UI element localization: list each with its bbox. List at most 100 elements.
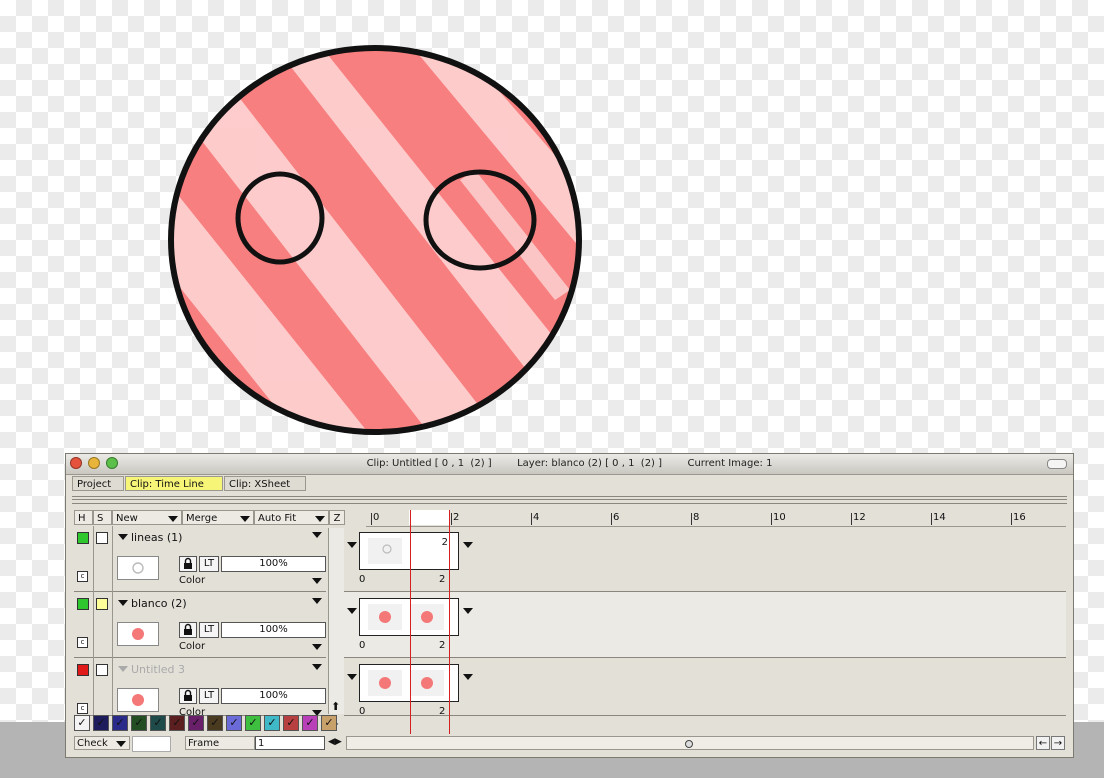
layer-name[interactable]: blanco (2) <box>118 597 187 610</box>
color-mode-box[interactable]: c <box>77 637 88 648</box>
resize-arrows-icon[interactable]: ◀▶ <box>328 737 342 747</box>
toolbar-toggle-button[interactable] <box>1047 459 1067 469</box>
ruler-tick: 16 <box>1011 512 1026 525</box>
select-toggle[interactable] <box>93 592 113 658</box>
opacity-field[interactable]: 100% <box>221 622 326 638</box>
merge-menu[interactable]: Merge <box>182 510 254 525</box>
color-swatch[interactable]: ✓ <box>169 715 185 731</box>
timeline-track[interactable]: 2 0 2 <box>344 526 1066 592</box>
lock-button[interactable] <box>179 556 197 572</box>
lt-button[interactable]: LT <box>199 688 219 704</box>
lt-button[interactable]: LT <box>199 622 219 638</box>
frame-thumbnail <box>410 670 444 696</box>
hide-indicator[interactable] <box>77 598 89 610</box>
frame-thumbnail <box>410 604 444 630</box>
playhead-start-line[interactable] <box>410 510 411 734</box>
blend-mode-select[interactable]: Color <box>179 640 324 653</box>
layer-thumbnail <box>117 556 159 580</box>
color-swatch[interactable]: ✓ <box>245 715 261 731</box>
color-swatch[interactable]: ✓ <box>321 715 337 731</box>
track-end-icon[interactable] <box>463 542 473 548</box>
current-frame-marker[interactable] <box>409 510 449 525</box>
title-bar[interactable]: Clip: Untitled [ 0 , 1 (2) ] Layer: blan… <box>66 454 1073 475</box>
timeline-track[interactable]: 0 2 <box>344 592 1066 658</box>
check-menu[interactable]: Check <box>74 736 130 750</box>
divider <box>72 496 1067 497</box>
layer-row[interactable]: c lineas (1) LT 100% Color <box>74 526 326 592</box>
select-indicator[interactable] <box>96 664 108 676</box>
opacity-field[interactable]: 100% <box>221 556 326 572</box>
frame-thumbnail <box>368 538 402 564</box>
color-mode-box[interactable]: c <box>77 703 88 714</box>
playhead-end-line[interactable] <box>449 510 450 734</box>
blend-mode-label: Color <box>179 641 206 652</box>
scroll-left-button[interactable]: ← <box>1036 736 1050 750</box>
lt-button[interactable]: LT <box>199 556 219 572</box>
disclosure-triangle-icon[interactable] <box>118 666 128 672</box>
disclosure-triangle-icon[interactable] <box>118 534 128 540</box>
color-swatch[interactable]: ✓ <box>112 715 128 731</box>
track-end-icon[interactable] <box>463 608 473 614</box>
layer-row[interactable]: c blanco (2) LT 100% Color <box>74 592 326 658</box>
clip-block[interactable] <box>359 664 459 702</box>
tab-clip-timeline[interactable]: Clip: Time Line <box>125 476 223 491</box>
color-swatch[interactable]: ✓ <box>131 715 147 731</box>
layer-menu-icon[interactable] <box>312 532 322 538</box>
clip-block[interactable] <box>359 598 459 636</box>
color-swatch[interactable]: ✓ <box>264 715 280 731</box>
track-menu-icon[interactable] <box>347 674 357 680</box>
color-swatch[interactable]: ✓ <box>226 715 242 731</box>
disclosure-triangle-icon[interactable] <box>118 600 128 606</box>
select-toggle[interactable] <box>93 526 113 592</box>
select-indicator[interactable] <box>96 532 108 544</box>
divider <box>72 499 1067 500</box>
tab-clip-xsheet[interactable]: Clip: XSheet <box>224 476 306 491</box>
swatch-check-icon[interactable]: ✓ <box>74 715 90 731</box>
frame-ruler[interactable]: 0 2 4 6 8 10 12 14 16 <box>366 510 1066 527</box>
hide-toggle[interactable]: c <box>74 526 94 592</box>
ruler-tick: 12 <box>851 512 866 525</box>
check-field[interactable] <box>132 736 171 752</box>
lock-button[interactable] <box>179 688 197 704</box>
select-indicator[interactable] <box>96 598 108 610</box>
track-menu-icon[interactable] <box>347 542 357 548</box>
hide-toggle[interactable]: c <box>74 658 94 715</box>
lock-button[interactable] <box>179 622 197 638</box>
autofit-menu[interactable]: Auto Fit <box>254 510 329 525</box>
blend-mode-select[interactable]: Color <box>179 574 324 587</box>
layer-row[interactable]: c Untitled 3 LT 100% Color <box>74 658 326 716</box>
layer-name[interactable]: lineas (1) <box>118 531 182 544</box>
hide-indicator[interactable] <box>77 664 89 676</box>
timeline-scrollbar[interactable] <box>346 736 1034 750</box>
track-menu-icon[interactable] <box>347 608 357 614</box>
color-swatch[interactable]: ✓ <box>283 715 299 731</box>
hide-toggle[interactable]: c <box>74 592 94 658</box>
tab-project[interactable]: Project <box>72 476 124 491</box>
opacity-field[interactable]: 100% <box>221 688 326 704</box>
window-title: Clip: Untitled [ 0 , 1 (2) ] Layer: blan… <box>366 458 773 469</box>
chevron-down-icon <box>315 516 325 522</box>
layer-name[interactable]: Untitled 3 <box>118 663 185 676</box>
color-swatch[interactable]: ✓ <box>93 715 109 731</box>
frame-input[interactable]: 1 <box>255 736 325 750</box>
scroll-right-button[interactable]: → <box>1051 736 1065 750</box>
layer-scrollbar[interactable]: ⬆ ⬇ <box>328 528 344 729</box>
ruler-tick: 2 <box>451 512 460 525</box>
scroll-knob[interactable] <box>685 740 693 748</box>
select-toggle[interactable] <box>93 658 113 715</box>
new-menu[interactable]: New <box>112 510 182 525</box>
layer-menu-icon[interactable] <box>312 598 322 604</box>
arrow-up-icon[interactable]: ⬆ <box>331 700 340 713</box>
color-swatch[interactable]: ✓ <box>302 715 318 731</box>
color-swatch[interactable]: ✓ <box>207 715 223 731</box>
hide-indicator[interactable] <box>77 532 89 544</box>
z-column-header[interactable]: Z <box>329 510 345 525</box>
color-mode-box[interactable]: c <box>77 571 88 582</box>
color-swatch[interactable]: ✓ <box>150 715 166 731</box>
clip-block[interactable]: 2 <box>359 532 459 570</box>
ruler-tick: 10 <box>771 512 786 525</box>
track-end-icon[interactable] <box>463 674 473 680</box>
timeline-track[interactable]: 0 2 <box>344 658 1066 717</box>
color-swatch[interactable]: ✓ <box>188 715 204 731</box>
layer-menu-icon[interactable] <box>312 664 322 670</box>
